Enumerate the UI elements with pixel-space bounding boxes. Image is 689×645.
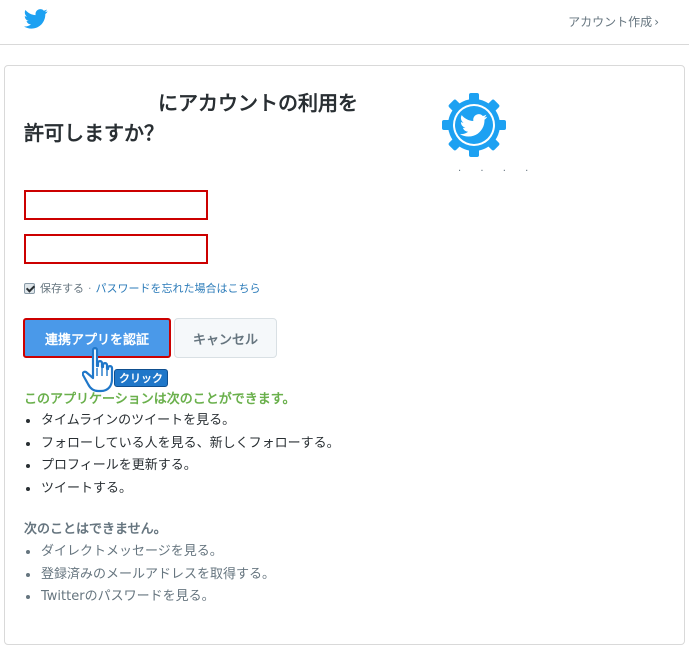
cancel-button[interactable]: キャンセル xyxy=(174,318,277,358)
list-item: プロフィールを更新する。 xyxy=(24,455,340,478)
auth-title-line1: にアカウントの利用を xyxy=(158,91,358,115)
app-name: · · · · xyxy=(458,166,537,177)
list-item: Twitterのパスワードを見る。 xyxy=(24,586,275,609)
list-item: タイムラインのツイートを見る。 xyxy=(24,410,340,433)
list-item: ダイレクトメッセージを見る。 xyxy=(24,541,275,564)
click-annotation-label: クリック xyxy=(114,369,168,387)
list-item: フォローしている人を見る、新しくフォローする。 xyxy=(24,433,340,456)
list-item: ツイートする。 xyxy=(24,478,340,501)
list-item: 登録済みのメールアドレスを取得する。 xyxy=(24,564,275,587)
remember-checkbox[interactable] xyxy=(24,282,35,294)
chevron-right-icon: › xyxy=(654,15,659,29)
auth-title-line2: 許可しますか？ xyxy=(24,121,164,145)
cannot-permissions-list: ダイレクトメッセージを見る。 登録済みのメールアドレスを取得する。 Twitte… xyxy=(24,541,275,609)
create-account-label: アカウント作成 xyxy=(568,15,653,29)
remember-label[interactable]: 保存する xyxy=(40,280,84,296)
can-permissions-list: タイムラインのツイートを見る。 フォローしている人を見る、新しくフォローする。 … xyxy=(24,410,340,500)
twitter-bird-icon[interactable] xyxy=(24,9,48,29)
remember-row: 保存する · パスワードを忘れた場合はこちら xyxy=(24,280,261,296)
password-field[interactable] xyxy=(24,234,208,264)
twitter-gear-app-icon xyxy=(442,93,506,157)
username-field[interactable] xyxy=(24,190,208,220)
separator: · xyxy=(88,281,92,295)
forgot-password-link[interactable]: パスワードを忘れた場合はこちら xyxy=(96,280,261,296)
top-bar: アカウント作成 › xyxy=(0,0,689,45)
can-permissions-heading: このアプリケーションは次のことができます。 xyxy=(24,392,296,407)
create-account-link[interactable]: アカウント作成 › xyxy=(568,13,659,30)
cannot-permissions-heading: 次のことはできません。 xyxy=(24,522,167,537)
